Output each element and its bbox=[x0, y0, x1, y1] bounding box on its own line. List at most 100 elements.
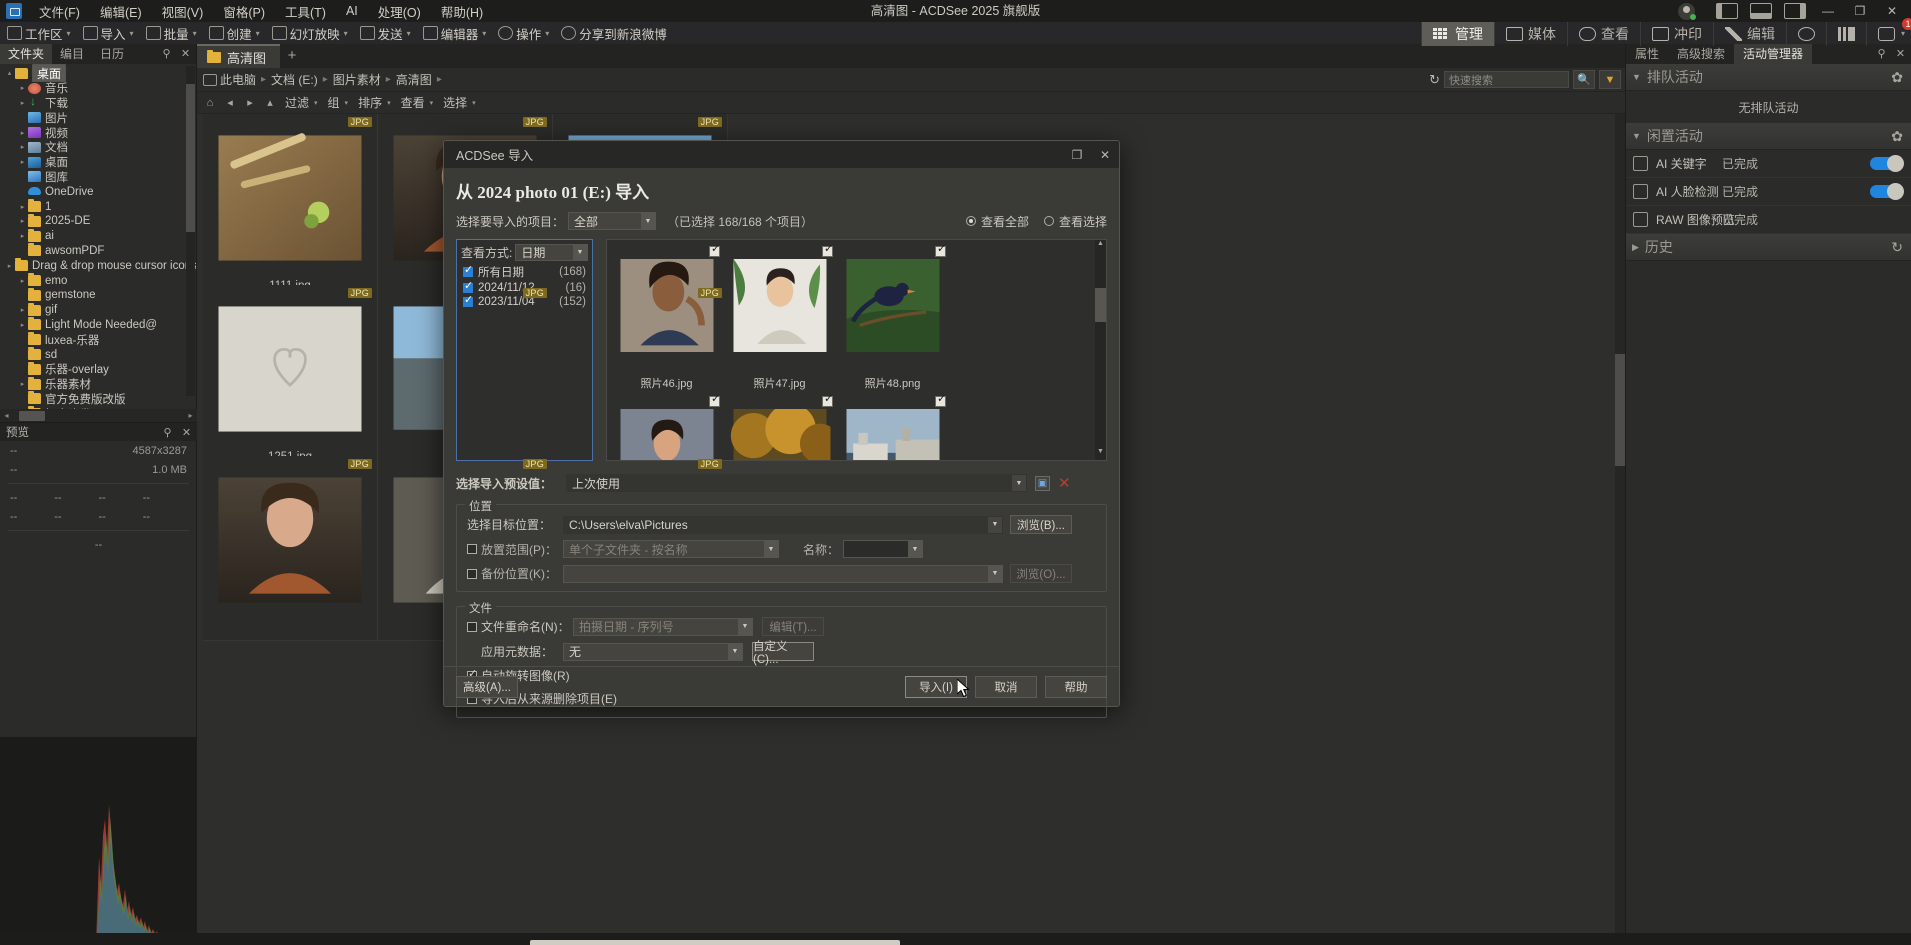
toolbar-share-weibo[interactable]: 分享到新浪微博 bbox=[558, 22, 670, 44]
tree-item[interactable]: ▸ai bbox=[0, 229, 196, 244]
home-icon[interactable]: ⌂ bbox=[201, 94, 219, 112]
pin-icon[interactable]: ⚲ bbox=[158, 44, 175, 64]
activity-toggle[interactable] bbox=[1870, 157, 1902, 170]
chevron-down-icon[interactable]: ▾ bbox=[256, 29, 260, 38]
breadcrumb-item-1[interactable]: 文档 (E:) bbox=[271, 71, 318, 88]
tree-item[interactable]: luxea-乐器 bbox=[0, 332, 196, 347]
preset-dropdown[interactable]: 上次使用 ▼ bbox=[566, 474, 1027, 492]
thumbnail-cell[interactable]: JPG bbox=[203, 456, 378, 641]
tree-item[interactable]: ▴桌面 bbox=[0, 66, 196, 81]
advanced-button[interactable]: 高级(A)... bbox=[456, 676, 518, 698]
dialog-thumbnail-cell[interactable] bbox=[723, 393, 836, 461]
tree-item[interactable]: ▸Light Mode Needed@ bbox=[0, 318, 196, 333]
tab-catalog[interactable]: 编目 bbox=[52, 44, 92, 64]
menu-ai[interactable]: AI bbox=[336, 1, 368, 21]
browse-b-button[interactable]: 浏览(B)... bbox=[1010, 515, 1072, 534]
breadcrumb-item-2[interactable]: 图片素材 bbox=[333, 71, 381, 88]
dialog-thumbnail-cell[interactable] bbox=[836, 393, 949, 461]
tree-item[interactable]: ▸2025-DE bbox=[0, 214, 196, 229]
tree-item[interactable]: 乐器-overlay bbox=[0, 362, 196, 377]
thumbnail-cell[interactable]: JPG1111.jpg bbox=[203, 114, 378, 299]
menu-help[interactable]: 帮助(H) bbox=[431, 0, 493, 24]
filter-funnel-button[interactable]: ▼ bbox=[1599, 70, 1621, 89]
help-button[interactable]: 帮助 bbox=[1045, 676, 1107, 698]
menu-edit[interactable]: 编辑(E) bbox=[90, 0, 152, 24]
file-tab-active[interactable]: 高清图 bbox=[197, 44, 280, 68]
maximize-button[interactable]: ❐ bbox=[1845, 0, 1875, 22]
tree-item[interactable]: ▸1 bbox=[0, 199, 196, 214]
section-queued-activities[interactable]: ▼ 排队活动 ✿ bbox=[1626, 64, 1911, 91]
metadata-dropdown[interactable]: 无 ▼ bbox=[563, 643, 743, 661]
close-button[interactable]: ✕ bbox=[1877, 0, 1907, 22]
scroll-down-icon[interactable]: ▼ bbox=[1095, 448, 1106, 460]
twisty-icon[interactable]: ▸ bbox=[17, 129, 28, 137]
search-button[interactable]: 🔍 bbox=[1573, 70, 1595, 89]
chevron-down-icon[interactable]: ▾ bbox=[482, 29, 486, 38]
radio-view-selected[interactable] bbox=[1044, 216, 1054, 226]
toolbar-actions[interactable]: 操作 ▾ bbox=[495, 22, 558, 44]
dialog-scroll-thumb[interactable] bbox=[1095, 288, 1106, 322]
dialog-thumbnail-cell[interactable]: 照片46.jpg bbox=[610, 243, 723, 393]
date-list[interactable]: 所有日期(168)2024/11/12(16)2023/11/04(152) bbox=[457, 263, 592, 309]
dialog-thumbnail-cell[interactable]: 照片47.jpg bbox=[723, 243, 836, 393]
tree-item[interactable]: sd bbox=[0, 347, 196, 362]
date-list-item[interactable]: 所有日期(168) bbox=[457, 263, 592, 281]
action-select[interactable]: 选择 ▾ bbox=[439, 93, 480, 113]
backup-location-input[interactable]: ▼ bbox=[563, 565, 1003, 583]
add-tab-button[interactable]: + bbox=[280, 44, 304, 68]
name-input[interactable]: ▼ bbox=[843, 540, 923, 558]
tab-properties[interactable]: 属性 bbox=[1626, 44, 1668, 64]
taskbar-app[interactable] bbox=[530, 940, 900, 945]
twisty-icon[interactable]: ▸ bbox=[17, 203, 28, 211]
scroll-right-icon[interactable]: ▸ bbox=[184, 411, 197, 420]
people-button[interactable] bbox=[1786, 22, 1826, 46]
grid-scrollbar[interactable] bbox=[1615, 114, 1625, 945]
chevron-down-icon[interactable]: ▾ bbox=[193, 29, 197, 38]
folder-tree-scrollbar[interactable] bbox=[186, 66, 195, 396]
dialog-thumbnails-scrollbar[interactable]: ▲ ▼ bbox=[1095, 240, 1106, 460]
action-filter[interactable]: 过滤 ▾ bbox=[281, 93, 322, 113]
tree-item[interactable]: ▸Drag & drop mouse cursor icons bbox=[0, 258, 196, 273]
breadcrumb-item-3[interactable]: 高清图 bbox=[396, 71, 432, 88]
place-scope-dropdown[interactable]: 单个子文件夹 - 按名称 ▼ bbox=[563, 540, 779, 558]
gear-icon[interactable]: ✿ bbox=[1891, 69, 1903, 86]
custom-c-button[interactable]: 自定义(C)... bbox=[752, 642, 814, 661]
dialog-thumbnail-panel[interactable]: 照片46.jpg照片47.jpg照片48.png ▲ ▼ bbox=[606, 239, 1107, 461]
tab-folders[interactable]: 文件夹 bbox=[0, 44, 52, 64]
tree-item[interactable]: ▸视频 bbox=[0, 125, 196, 140]
folder-tree-hscrollbar[interactable]: ◂ ▸ bbox=[0, 409, 197, 422]
activity-row-raw-preview[interactable]: RAW 图像预览 已完成 bbox=[1626, 206, 1911, 234]
target-location-input[interactable]: C:\Users\elva\Pictures ▼ bbox=[563, 516, 1003, 534]
close-icon[interactable]: ✕ bbox=[1892, 44, 1909, 64]
chart-button[interactable] bbox=[1826, 22, 1866, 46]
tree-item[interactable]: ▸音乐 bbox=[0, 81, 196, 96]
chevron-down-icon[interactable]: ▾ bbox=[344, 29, 348, 38]
tree-item[interactable]: 官方免费版改版 bbox=[0, 392, 196, 407]
twisty-icon[interactable]: ▸ bbox=[17, 232, 28, 240]
activity-row-ai-keywords[interactable]: AI 关键字 已完成 bbox=[1626, 150, 1911, 178]
date-checkbox[interactable] bbox=[463, 297, 473, 307]
chevron-down-icon[interactable]: ▾ bbox=[407, 29, 411, 38]
search-input[interactable]: 快速搜索 bbox=[1444, 71, 1569, 88]
thumbnail-checkbox[interactable] bbox=[822, 246, 833, 257]
rename-checkbox[interactable] bbox=[467, 622, 477, 632]
twisty-icon[interactable]: ▴ bbox=[4, 69, 15, 77]
tab-print[interactable]: 冲印 bbox=[1640, 22, 1713, 46]
thumbnail-checkbox[interactable] bbox=[935, 396, 946, 407]
action-group[interactable]: 组 ▾ bbox=[324, 93, 353, 113]
toolbar-slideshow[interactable]: 幻灯放映 ▾ bbox=[269, 22, 357, 44]
menu-view[interactable]: 视图(V) bbox=[152, 0, 214, 24]
date-checkbox[interactable] bbox=[463, 283, 473, 293]
menu-tools[interactable]: 工具(T) bbox=[275, 0, 336, 24]
action-sort[interactable]: 排序 ▾ bbox=[354, 93, 395, 113]
view-by-dropdown[interactable]: 日期 ▼ bbox=[515, 244, 588, 261]
close-icon[interactable]: ✕ bbox=[178, 426, 195, 439]
dialog-thumbnail-cell[interactable] bbox=[610, 393, 723, 461]
twisty-icon[interactable]: ▸ bbox=[17, 217, 28, 225]
refresh-icon[interactable]: ↻ bbox=[1891, 239, 1903, 256]
toolbar-editor[interactable]: 编辑器 ▾ bbox=[420, 22, 496, 44]
radio-view-all[interactable] bbox=[966, 216, 976, 226]
chevron-down-icon[interactable]: ▾ bbox=[130, 29, 134, 38]
tab-view[interactable]: 查看 bbox=[1567, 22, 1640, 46]
browse-o-button[interactable]: 浏览(O)... bbox=[1010, 564, 1072, 583]
